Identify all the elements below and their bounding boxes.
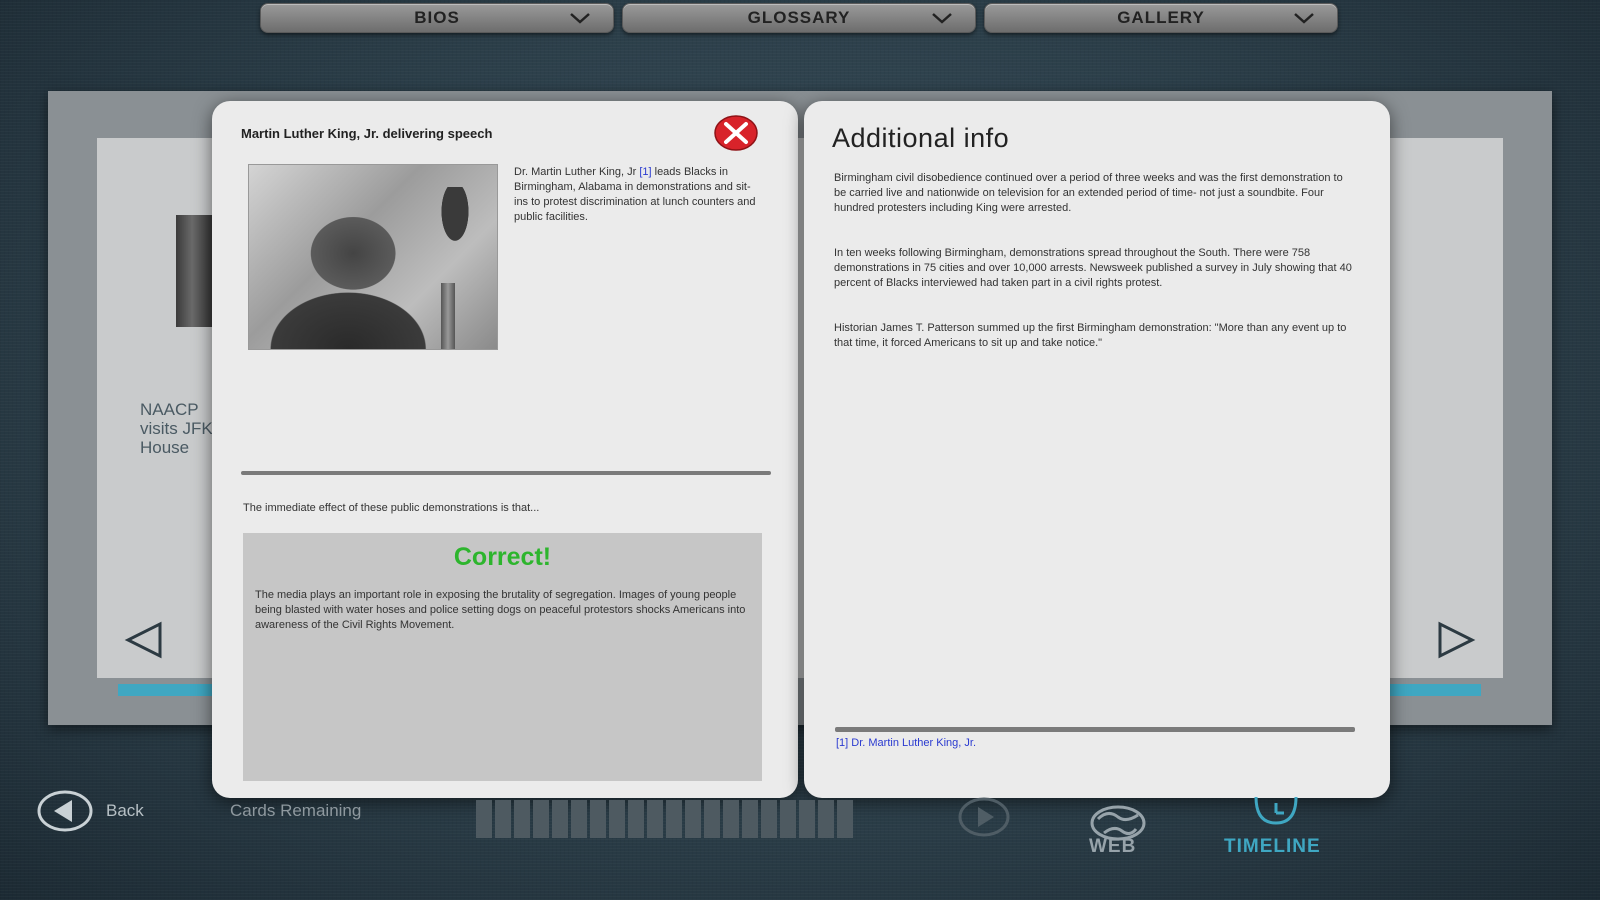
card-remaining-slot	[552, 800, 568, 838]
gallery-dropdown[interactable]: GALLERY	[984, 3, 1338, 33]
card-remaining-slot	[818, 800, 834, 838]
previous-card-arrow-icon[interactable]	[122, 620, 166, 660]
card-remaining-slot	[628, 800, 644, 838]
back-label[interactable]: Back	[106, 801, 144, 821]
card-remaining-slot	[476, 800, 492, 838]
chevron-down-icon	[932, 13, 952, 24]
glossary-dropdown[interactable]: GLOSSARY	[622, 3, 976, 33]
answer-explanation: The media plays an important role in exp…	[255, 589, 746, 631]
section-divider	[241, 471, 771, 475]
card-remaining-slot	[704, 800, 720, 838]
deck-card-thumbnail	[176, 215, 216, 327]
card-remaining-slot	[666, 800, 682, 838]
cards-remaining-label: Cards Remaining	[230, 801, 362, 820]
mlk-speech-photo	[248, 164, 498, 350]
card-remaining-slot	[609, 800, 625, 838]
card-remaining-slot	[647, 800, 663, 838]
card-remaining-slot	[590, 800, 606, 838]
gallery-dropdown-label: GALLERY	[1117, 8, 1205, 27]
chevron-down-icon	[1294, 13, 1314, 24]
clock-icon[interactable]	[1252, 793, 1300, 827]
card-remaining-slot	[837, 800, 853, 838]
card-remaining-slot	[780, 800, 796, 838]
card-remaining-slot	[761, 800, 777, 838]
card-remaining-slot	[685, 800, 701, 838]
info-paragraph: Birmingham civil disobedience continued …	[834, 172, 1343, 214]
card-remaining-slot	[514, 800, 530, 838]
web-label[interactable]: WEB	[1089, 836, 1136, 858]
close-icon[interactable]	[713, 114, 759, 152]
card-remaining-slot	[495, 800, 511, 838]
next-card-arrow-icon[interactable]	[1434, 620, 1478, 660]
card-remaining-slot	[533, 800, 549, 838]
microphone-detail	[441, 283, 455, 349]
info-paragraph: Historian James T. Patterson summed up t…	[834, 322, 1347, 349]
bios-dropdown-label: BIOS	[414, 8, 460, 27]
cards-remaining-indicator	[476, 800, 853, 838]
glossary-dropdown-label: GLOSSARY	[747, 8, 851, 27]
bios-dropdown[interactable]: BIOS	[260, 3, 614, 33]
card-remaining-slot	[742, 800, 758, 838]
deck-progress-bar-right	[1385, 684, 1481, 696]
footnote-ref-link[interactable]: [1]	[639, 166, 651, 178]
top-nav: BIOS GLOSSARY GALLERY	[260, 3, 1338, 33]
card-title: Martin Luther King, Jr. delivering speec…	[241, 126, 493, 141]
footnote-divider	[835, 727, 1355, 732]
info-paragraph: In ten weeks following Birmingham, demon…	[834, 247, 1352, 289]
deck-card-caption: NAACP visits JFK House	[140, 400, 213, 457]
additional-info-title: Additional info	[832, 123, 1010, 153]
intro-text-start: Dr. Martin Luther King, Jr	[514, 166, 640, 178]
footnote-link[interactable]: [1] Dr. Martin Luther King, Jr.	[836, 737, 976, 749]
answer-feedback-panel: Correct! The media plays an important ro…	[243, 533, 762, 781]
additional-info-card: Additional info Birmingham civil disobed…	[804, 101, 1390, 798]
chevron-down-icon	[570, 13, 590, 24]
question-card: Martin Luther King, Jr. delivering speec…	[212, 101, 798, 798]
correct-result-label: Correct!	[453, 543, 552, 571]
question-text: The immediate effect of these public dem…	[243, 502, 540, 514]
card-remaining-slot	[799, 800, 815, 838]
back-arrow-icon[interactable]	[36, 789, 94, 833]
card-intro-text: Dr. Martin Luther King, Jr [1] leads Bla…	[514, 165, 764, 225]
deck-progress-bar-left	[118, 684, 218, 696]
play-icon[interactable]	[956, 795, 1012, 839]
card-remaining-slot	[571, 800, 587, 838]
additional-info-body: Birmingham civil disobedience continued …	[834, 171, 1354, 381]
timeline-label[interactable]: TIMELINE	[1224, 836, 1321, 858]
card-remaining-slot	[723, 800, 739, 838]
